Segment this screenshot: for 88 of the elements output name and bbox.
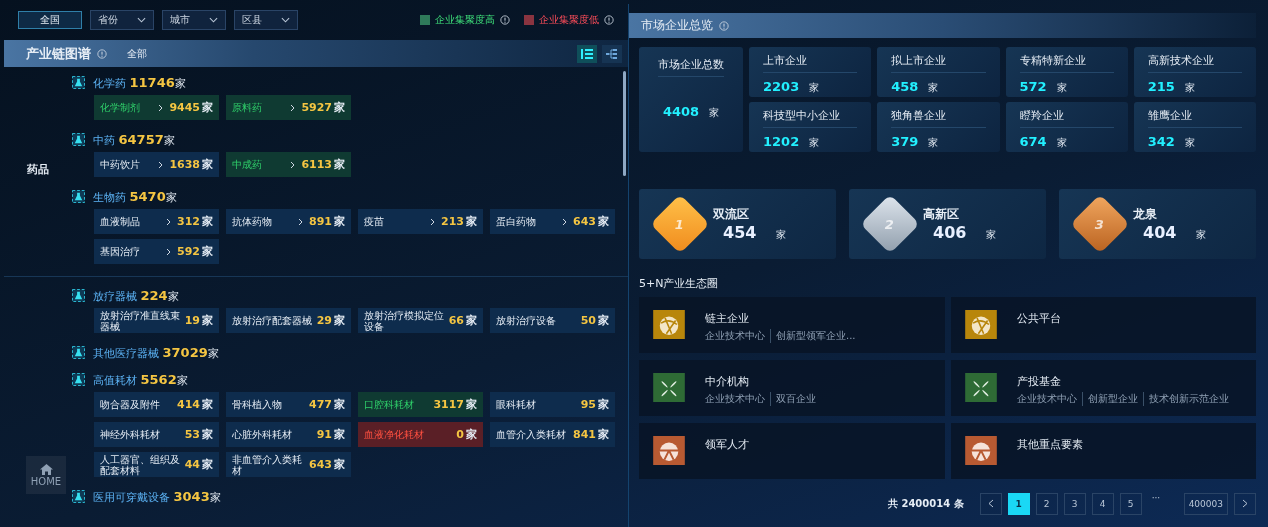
stat-card: 市场企业总数 4408 家 xyxy=(639,47,743,152)
info-icon[interactable] xyxy=(500,15,510,25)
group-title[interactable]: 高值耗材 5562家 xyxy=(93,371,188,388)
industry-tile[interactable]: 蛋白药物 643 家 xyxy=(490,209,615,234)
ecosystem-card[interactable]: 产投基金 企业技术中心 创新型企业 技术创新示范企业 xyxy=(950,360,1256,416)
ecosystem-card[interactable]: 公共平台 xyxy=(950,297,1256,353)
panel-title: 产业链图谱 xyxy=(26,44,91,63)
industry-tile[interactable]: 血液制品 312 家 xyxy=(94,209,219,234)
flask-icon xyxy=(72,490,85,503)
tree-view-button[interactable] xyxy=(602,44,622,63)
info-icon[interactable] xyxy=(604,15,614,25)
group-title[interactable]: 医用可穿戴设备 3043家 xyxy=(93,488,221,505)
stat-card: 专精特新企业 572 家 xyxy=(1005,47,1128,97)
stat-card: 独角兽企业 379 家 xyxy=(877,102,1000,152)
chevron-down-icon xyxy=(209,17,218,23)
list-icon xyxy=(581,47,593,60)
industry-tile[interactable]: 放射治疗设备 50 家 xyxy=(490,308,615,333)
industry-tile[interactable]: 眼科耗材 95 家 xyxy=(490,392,615,417)
ecosystem-card[interactable]: 其他重点要素 xyxy=(950,423,1256,479)
scope-button[interactable]: 全国 xyxy=(18,11,82,29)
chevron-left-icon xyxy=(987,498,994,508)
panel-title: 市场企业总览 xyxy=(641,17,713,34)
flask-icon xyxy=(72,76,85,89)
flask-icon xyxy=(72,190,85,203)
page-ellipsis: ··· xyxy=(1150,493,1162,505)
industry-tile[interactable]: 原料药 5927 家 xyxy=(226,95,351,120)
flask-icon xyxy=(72,133,85,146)
industry-tile[interactable]: 中成药 6113 家 xyxy=(226,152,351,177)
select-dropdown[interactable]: 区县 xyxy=(234,10,298,30)
group-title[interactable]: 中药 64757家 xyxy=(93,131,175,148)
info-icon[interactable] xyxy=(97,48,107,59)
flask-icon xyxy=(72,373,85,386)
chevron-down-icon xyxy=(137,17,146,23)
ecosystem-card[interactable]: 中介机构 企业技术中心 双百企业 xyxy=(639,360,945,416)
section-title: 5+N产业生态圈 xyxy=(639,276,720,291)
info-icon[interactable] xyxy=(719,20,729,31)
industry-tile[interactable]: 化学制剂 9445 家 xyxy=(94,95,219,120)
stat-card: 高新技术企业 215 家 xyxy=(1133,47,1256,97)
industry-tile[interactable]: 血管介入类耗材 841 家 xyxy=(490,422,615,447)
page-button[interactable]: 1 xyxy=(1007,493,1030,515)
flask-icon xyxy=(72,289,85,302)
page-button[interactable]: 4 xyxy=(1091,493,1114,515)
industry-tile[interactable]: 基因治疗 592 家 xyxy=(94,239,219,264)
total-count: 共 2400014 条 xyxy=(887,497,964,511)
group-title[interactable]: 其他医疗器械 37029家 xyxy=(93,344,219,361)
category-label: 药品 xyxy=(27,162,49,177)
tree-icon xyxy=(606,47,618,60)
ecosystem-card[interactable]: 领军人才 xyxy=(639,423,945,479)
page-button[interactable]: 2 xyxy=(1035,493,1058,515)
group-title[interactable]: 放疗器械 224家 xyxy=(93,287,179,304)
ranking-card: 1 双流区 454 家 xyxy=(639,189,836,259)
stat-card: 上市企业 2203 家 xyxy=(749,47,872,97)
industry-tile[interactable]: 口腔科耗材 3117 家 xyxy=(358,392,483,417)
industry-tile[interactable]: 中药饮片 1638 家 xyxy=(94,152,219,177)
select-dropdown[interactable]: 省份 xyxy=(90,10,154,30)
stat-card: 科技型中小企业 1202 家 xyxy=(749,102,872,152)
previous-page-button[interactable] xyxy=(979,493,1002,515)
industry-tile[interactable]: 心脏外科耗材 91 家 xyxy=(226,422,351,447)
next-page-button[interactable] xyxy=(1234,493,1256,515)
flask-icon xyxy=(72,346,85,359)
page-button[interactable]: 400003 xyxy=(1183,493,1228,515)
select-dropdown[interactable]: 城市 xyxy=(162,10,226,30)
ranking-card: 3 龙泉 404 家 xyxy=(1059,189,1256,259)
industry-tile[interactable]: 抗体药物 891 家 xyxy=(226,209,351,234)
stat-card: 瞪羚企业 674 家 xyxy=(1005,102,1128,152)
group-title[interactable]: 化学药 11746家 xyxy=(93,74,186,91)
page-button[interactable]: 3 xyxy=(1063,493,1086,515)
industry-tile[interactable]: 骨科植入物 477 家 xyxy=(226,392,351,417)
legend-label: 企业集聚度低 xyxy=(539,13,599,27)
stat-card: 拟上市企业 458 家 xyxy=(877,47,1000,97)
home-button[interactable]: HOME xyxy=(26,456,66,494)
filter-label[interactable]: 全部 xyxy=(127,46,147,61)
ecosystem-card[interactable]: 链主企业 企业技术中心 创新型领军企业... xyxy=(639,297,945,353)
group-title[interactable]: 生物药 5470家 xyxy=(93,188,177,205)
home-icon xyxy=(39,463,53,475)
list-view-button[interactable] xyxy=(577,44,597,63)
ranking-card: 2 高新区 406 家 xyxy=(849,189,1046,259)
industry-tile[interactable]: 疫苗 213 家 xyxy=(358,209,483,234)
industry-tile[interactable]: 神经外科耗材 53 家 xyxy=(94,422,219,447)
chevron-right-icon xyxy=(1242,498,1248,508)
chevron-down-icon xyxy=(281,17,290,23)
industry-tile[interactable]: 血液净化耗材 0 家 xyxy=(358,422,483,447)
scrollbar[interactable] xyxy=(623,71,626,176)
stat-card: 雏鹰企业 342 家 xyxy=(1133,102,1256,152)
legend-label: 企业集聚度高 xyxy=(435,13,495,27)
page-button[interactable]: 5 xyxy=(1119,493,1142,515)
industry-tile[interactable]: 放射治疗配套器械 29 家 xyxy=(226,308,351,333)
industry-tile[interactable]: 吻合器及附件 414 家 xyxy=(94,392,219,417)
